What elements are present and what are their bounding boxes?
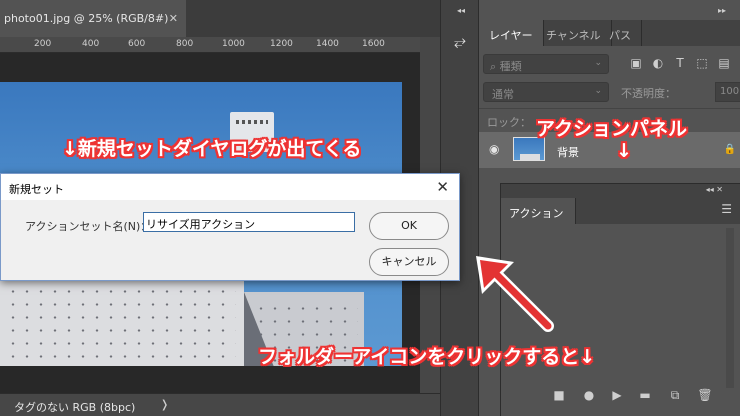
blend-mode-value: 通常 xyxy=(492,88,514,101)
opacity-field[interactable]: 100 xyxy=(715,82,740,102)
search-icon: ⌕ xyxy=(490,60,500,73)
adjustment-filter-icon[interactable]: ◐ xyxy=(651,56,665,70)
red-arrow-icon xyxy=(476,256,554,332)
ruler-tick: 1000 xyxy=(222,39,245,49)
set-name-label: アクションセット名(N)： xyxy=(25,220,152,233)
filter-label: 種類 xyxy=(499,60,522,73)
tab-paths[interactable]: パス xyxy=(599,20,642,46)
tab-layers[interactable]: レイヤー xyxy=(479,20,544,46)
ruler-tick: 800 xyxy=(176,39,194,49)
play-icon[interactable]: ▶ xyxy=(609,387,625,403)
cancel-button[interactable]: キャンセル xyxy=(369,248,449,276)
ruler-tick: 1400 xyxy=(316,39,339,49)
record-icon[interactable]: ● xyxy=(581,387,597,403)
history-icon[interactable]: ⥂ xyxy=(449,30,471,52)
expand-icon[interactable]: ▸▸ xyxy=(718,6,726,15)
ok-button[interactable]: OK xyxy=(369,212,449,240)
ruler-tick: 1600 xyxy=(362,39,385,49)
new-set-folder-icon[interactable]: ▬ xyxy=(637,387,653,403)
ruler-tick: 400 xyxy=(82,39,100,49)
ruler-tick: 200 xyxy=(34,39,52,49)
tab-strip xyxy=(186,0,440,37)
chevron-down-icon: ⌄ xyxy=(594,86,602,96)
folder-annotation: フォルダーアイコンをクリックすると↓ xyxy=(258,346,596,368)
dialog-title: 新規セット xyxy=(9,183,64,196)
close-tab-icon[interactable]: ✕ xyxy=(169,12,178,25)
panel-menu-icon[interactable]: ☰ xyxy=(721,202,732,216)
ruler-tick: 600 xyxy=(128,39,146,49)
actions-panel-tabs: アクション xyxy=(501,198,740,224)
ruler-tick: 1200 xyxy=(270,39,293,49)
building-windows xyxy=(6,272,236,362)
set-name-input[interactable]: リサイズ用アクション xyxy=(143,212,355,232)
blend-row: 通常 ⌄ xyxy=(479,80,740,104)
lock-icon: 🔒 xyxy=(723,144,736,155)
delete-trash-icon[interactable]: 🗑 xyxy=(697,387,713,403)
new-set-dialog: 新規セット ✕ アクションセット名(N)： リサイズ用アクション OK キャンセ… xyxy=(0,173,460,281)
type-filter-icon[interactable]: T xyxy=(673,56,687,70)
actions-scrollbar[interactable] xyxy=(726,228,734,388)
layers-panel-tabs: レイヤー チャンネル パス xyxy=(479,20,740,46)
dialog-annotation: ↓新規セットダイヤログが出てくる xyxy=(62,138,362,160)
opacity-label: 不透明度： xyxy=(621,87,676,100)
chevron-right-icon[interactable]: ❭ xyxy=(160,398,169,411)
shape-filter-icon[interactable]: ⬚ xyxy=(695,56,709,70)
dialog-titlebar: 新規セット ✕ xyxy=(1,174,459,200)
lock-label: ロック： xyxy=(487,116,531,129)
layer-name: 背景 xyxy=(557,146,579,159)
visibility-eye-icon[interactable]: ◉ xyxy=(489,142,499,156)
collapse-icon[interactable]: ◂◂ xyxy=(457,6,465,15)
tab-actions[interactable]: アクション xyxy=(501,198,577,224)
panel-annotation: アクションパネル xyxy=(536,118,688,140)
pixel-filter-icon[interactable]: ▣ xyxy=(629,56,643,70)
status-text: タグのない RGB (8bpc) xyxy=(14,401,136,414)
collapse-icon[interactable]: ◂◂ ✕ xyxy=(706,185,723,194)
close-icon[interactable]: ✕ xyxy=(436,178,449,196)
chevron-down-icon: ⌄ xyxy=(594,58,602,68)
new-action-icon[interactable]: ⧉ xyxy=(667,387,683,403)
blend-mode-select[interactable]: 通常 ⌄ xyxy=(483,82,609,102)
status-bar: タグのない RGB (8bpc) ❭ xyxy=(0,393,440,416)
document-tab[interactable]: photo01.jpg @ 25% (RGB/8#) ✕ xyxy=(0,0,186,37)
horizontal-ruler: 200 400 600 800 1000 1200 1400 1600 xyxy=(0,37,420,53)
actions-panel-header: ◂◂ ✕ xyxy=(501,184,740,198)
smart-object-filter-icon[interactable]: ▤ xyxy=(717,56,731,70)
photoshop-window: photo01.jpg @ 25% (RGB/8#) ✕ 200 400 600… xyxy=(0,0,740,416)
stop-icon[interactable]: ■ xyxy=(551,387,567,403)
panel-annotation-arrow: ↓ xyxy=(616,140,632,162)
layer-kind-filter[interactable]: ⌕ 種類 ⌄ xyxy=(483,54,609,74)
document-tab-title: photo01.jpg @ 25% (RGB/8#) xyxy=(4,12,169,25)
